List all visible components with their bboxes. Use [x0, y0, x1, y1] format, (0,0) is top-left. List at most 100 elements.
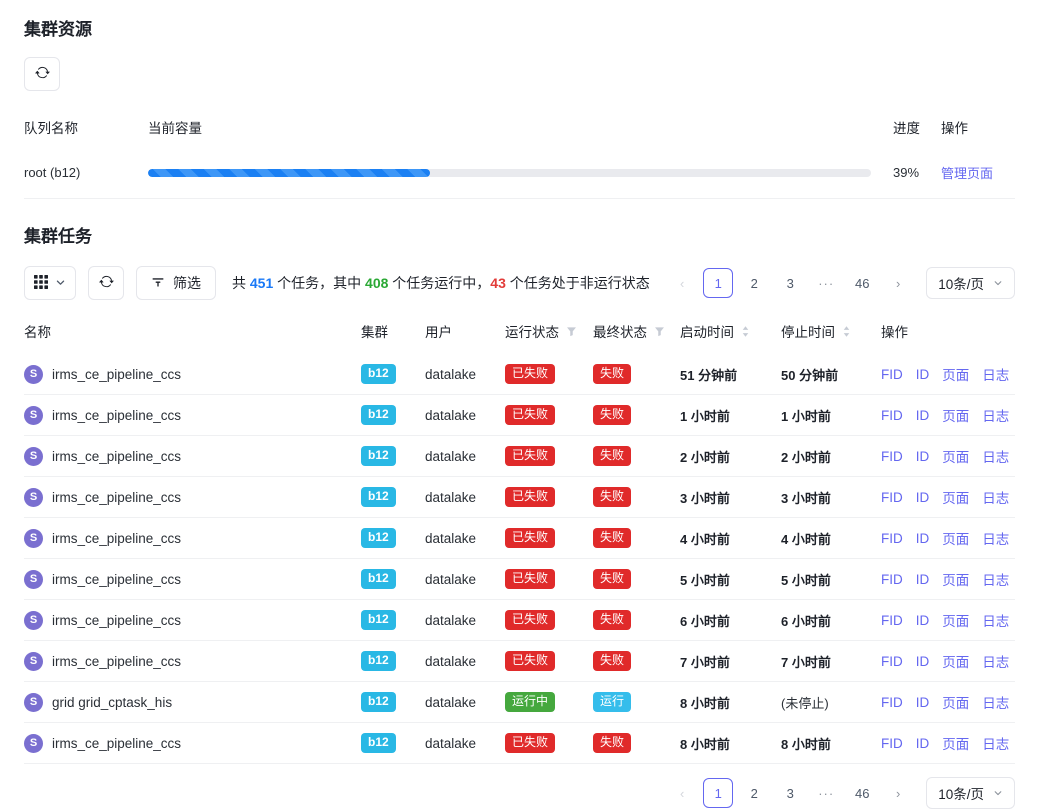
cluster-badge: b12: [361, 651, 396, 671]
table-row: S irms_ce_pipeline_ccs b12 datalake 已失败 …: [24, 436, 1015, 477]
avatar: S: [24, 488, 43, 507]
filter-funnel-icon[interactable]: [654, 326, 665, 337]
table-row: S irms_ce_pipeline_ccs b12 datalake 已失败 …: [24, 354, 1015, 395]
cluster-badge: b12: [361, 692, 396, 712]
action-link-ID[interactable]: ID: [916, 654, 930, 669]
action-link-页面[interactable]: 页面: [942, 405, 969, 425]
action-link-FID[interactable]: FID: [881, 695, 903, 710]
start-time: 1 小时前: [680, 406, 730, 425]
pagination-prev[interactable]: ‹: [667, 778, 697, 808]
avatar: S: [24, 611, 43, 630]
pagination-page-2[interactable]: 2: [739, 268, 769, 298]
run-status-badge: 已失败: [505, 487, 555, 507]
action-link-FID[interactable]: FID: [881, 408, 903, 423]
action-link-FID[interactable]: FID: [881, 572, 903, 587]
filter-funnel-icon[interactable]: [566, 326, 577, 337]
action-link-FID[interactable]: FID: [881, 490, 903, 505]
action-link-日志[interactable]: 日志: [982, 528, 1009, 548]
action-link-日志[interactable]: 日志: [982, 446, 1009, 466]
action-link-FID[interactable]: FID: [881, 531, 903, 546]
tasks-refresh-button[interactable]: [88, 266, 124, 300]
pagination-page-46[interactable]: 46: [847, 778, 877, 808]
action-link-日志[interactable]: 日志: [982, 733, 1009, 753]
action-link-页面[interactable]: 页面: [942, 487, 969, 507]
action-link-日志[interactable]: 日志: [982, 487, 1009, 507]
sort-icon[interactable]: [842, 325, 851, 338]
action-link-ID[interactable]: ID: [916, 613, 930, 628]
queue-name: root (b12): [24, 165, 148, 180]
action-links: FID ID 页面日志: [881, 651, 1015, 671]
action-link-日志[interactable]: 日志: [982, 610, 1009, 630]
action-link-ID[interactable]: ID: [916, 572, 930, 587]
refresh-icon: [99, 274, 114, 292]
action-link-ID[interactable]: ID: [916, 736, 930, 751]
task-user: datalake: [425, 367, 505, 382]
action-link-页面[interactable]: 页面: [942, 733, 969, 753]
action-link-日志[interactable]: 日志: [982, 651, 1009, 671]
action-link-ID[interactable]: ID: [916, 367, 930, 382]
action-link-页面[interactable]: 页面: [942, 364, 969, 384]
resources-table-row: root (b12) 39% 管理页面: [24, 147, 1015, 199]
summary-count: 408: [365, 275, 388, 291]
stop-time: 6 小时前: [781, 611, 831, 630]
action-link-页面[interactable]: 页面: [942, 528, 969, 548]
pagination-page-2[interactable]: 2: [739, 778, 769, 808]
pagination: ‹123···46› 10条/页: [664, 267, 1015, 299]
action-link-日志[interactable]: 日志: [982, 569, 1009, 589]
action-link-FID[interactable]: FID: [881, 449, 903, 464]
action-link-日志[interactable]: 日志: [982, 405, 1009, 425]
start-time: 2 小时前: [680, 447, 730, 466]
pagination-page-3[interactable]: 3: [775, 778, 805, 808]
stop-time: 3 小时前: [781, 488, 831, 507]
final-status-badge: 失败: [593, 405, 631, 425]
action-link-ID[interactable]: ID: [916, 408, 930, 423]
run-status-badge: 已失败: [505, 569, 555, 589]
pagination-next[interactable]: ›: [883, 268, 913, 298]
pagination-ellipsis[interactable]: ···: [811, 778, 841, 808]
action-link-页面[interactable]: 页面: [942, 610, 969, 630]
tasks-toolbar: 筛选 共 451 个任务，其中 408 个任务运行中，43 个任务处于非运行状态…: [24, 266, 1015, 300]
run-status-badge: 已失败: [505, 610, 555, 630]
action-links: FID ID 页面日志: [881, 364, 1015, 384]
action-link-日志[interactable]: 日志: [982, 364, 1009, 384]
action-link-页面[interactable]: 页面: [942, 692, 969, 712]
action-link-页面[interactable]: 页面: [942, 569, 969, 589]
action-link-页面[interactable]: 页面: [942, 651, 969, 671]
avatar: S: [24, 447, 43, 466]
action-link-页面[interactable]: 页面: [942, 446, 969, 466]
page-size-select[interactable]: 10条/页: [926, 777, 1015, 809]
task-name: irms_ce_pipeline_ccs: [52, 613, 181, 628]
pagination-page-1[interactable]: 1: [703, 778, 733, 808]
manage-page-link[interactable]: 管理页面: [941, 166, 993, 181]
filter-button[interactable]: 筛选: [136, 266, 216, 300]
stop-time: 50 分钟前: [781, 365, 838, 384]
resources-refresh-button[interactable]: [24, 57, 60, 91]
pagination-page-46[interactable]: 46: [847, 268, 877, 298]
action-link-ID[interactable]: ID: [916, 531, 930, 546]
action-link-日志[interactable]: 日志: [982, 692, 1009, 712]
pagination-ellipsis[interactable]: ···: [811, 268, 841, 298]
summary-text: 个任务处于非运行状态: [506, 275, 650, 291]
task-name: irms_ce_pipeline_ccs: [52, 531, 181, 546]
avatar: S: [24, 570, 43, 589]
page-size-select[interactable]: 10条/页: [926, 267, 1015, 299]
column-settings-button[interactable]: [24, 266, 76, 300]
pagination-page-3[interactable]: 3: [775, 268, 805, 298]
action-link-FID[interactable]: FID: [881, 367, 903, 382]
header-stop-time: 停止时间: [781, 321, 835, 341]
pagination-next[interactable]: ›: [883, 778, 913, 808]
action-links: FID ID 页面日志: [881, 610, 1015, 630]
action-link-ID[interactable]: ID: [916, 695, 930, 710]
action-link-FID[interactable]: FID: [881, 736, 903, 751]
pagination-page-1[interactable]: 1: [703, 268, 733, 298]
action-link-ID[interactable]: ID: [916, 490, 930, 505]
task-name: irms_ce_pipeline_ccs: [52, 736, 181, 751]
sort-icon[interactable]: [741, 325, 750, 338]
action-link-ID[interactable]: ID: [916, 449, 930, 464]
action-link-FID[interactable]: FID: [881, 613, 903, 628]
pagination-prev[interactable]: ‹: [667, 268, 697, 298]
avatar: S: [24, 365, 43, 384]
action-links: FID ID 页面日志: [881, 446, 1015, 466]
header-resources-action: 操作: [941, 117, 1015, 137]
action-link-FID[interactable]: FID: [881, 654, 903, 669]
